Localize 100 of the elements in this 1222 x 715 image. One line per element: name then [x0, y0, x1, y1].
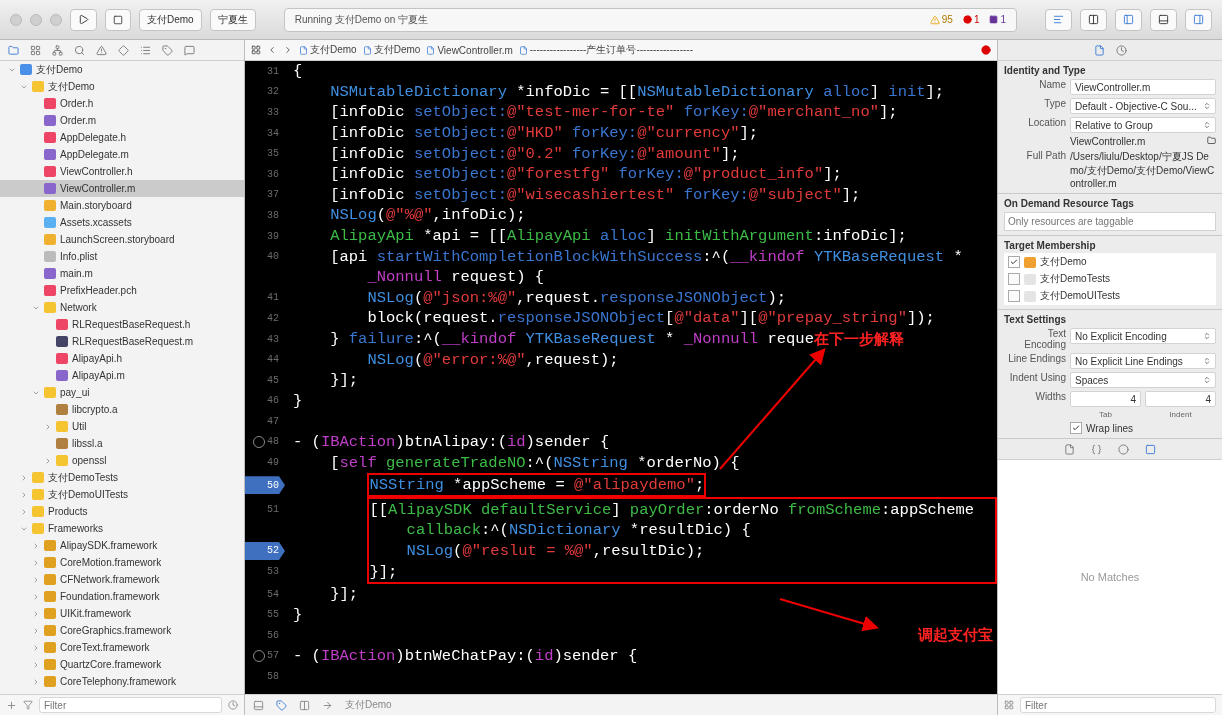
circle-icon[interactable] — [1118, 443, 1129, 455]
list-icon[interactable] — [140, 44, 151, 56]
message-icon[interactable] — [184, 44, 195, 56]
file-tree-item[interactable]: Util — [0, 418, 244, 435]
bottom-panel-icon[interactable] — [253, 699, 264, 711]
encoding-dropdown[interactable]: No Explicit Encoding — [1070, 328, 1216, 344]
file-tree-item[interactable]: Info.plist — [0, 248, 244, 265]
file-tree-item[interactable]: Foundation.framework — [0, 588, 244, 605]
type-dropdown[interactable]: Default - Objective-C Sou... — [1070, 98, 1216, 114]
inspector-toggle-button[interactable] — [1185, 8, 1212, 31]
run-button[interactable] — [70, 8, 97, 31]
navigator-toggle-button[interactable] — [1115, 8, 1142, 31]
file-tree-item[interactable]: AlipayApi.m — [0, 367, 244, 384]
warning-icon[interactable] — [96, 44, 107, 56]
filter-field[interactable]: Filter — [39, 697, 222, 713]
breadcrumb[interactable]: 支付Demo — [362, 43, 421, 57]
breakpoint-marker[interactable]: 52 — [245, 541, 285, 560]
hierarchy-icon[interactable] — [52, 44, 63, 56]
zoom-button[interactable] — [50, 13, 62, 26]
file-icon[interactable] — [1093, 44, 1105, 56]
clock-icon[interactable] — [1115, 44, 1127, 56]
stop-button[interactable] — [105, 8, 131, 31]
file-tree-item[interactable]: Frameworks — [0, 520, 244, 537]
file-icon[interactable] — [1064, 443, 1075, 455]
code-line: [infoDic setObject:@"forestfg" forKey:@"product_info"]; — [329, 165, 842, 184]
grid-icon[interactable] — [251, 45, 261, 55]
file-tree-item[interactable]: Order.h — [0, 95, 244, 112]
file-tree-item[interactable]: CoreMotion.framework — [0, 554, 244, 571]
assistant-editor-button[interactable] — [1080, 8, 1107, 31]
braces-icon[interactable] — [1091, 443, 1102, 455]
square-icon[interactable] — [1145, 443, 1156, 455]
file-tree-item[interactable]: Order.m — [0, 112, 244, 129]
file-tree-item[interactable]: CFNetwork.framework — [0, 571, 244, 588]
folder-icon[interactable] — [8, 44, 19, 56]
scheme-selector[interactable]: 支付Demo — [139, 8, 202, 31]
file-tree-item[interactable]: RLRequestBaseRequest.m — [0, 333, 244, 350]
file-tree-item[interactable]: libssl.a — [0, 435, 244, 452]
file-tree-item[interactable]: openssl — [0, 452, 244, 469]
indent-width-field[interactable]: 4 — [1145, 391, 1216, 407]
file-tree-item[interactable]: AlipaySDK.framework — [0, 537, 244, 554]
forward-icon[interactable] — [283, 45, 293, 55]
clock-icon[interactable] — [228, 700, 238, 710]
file-tree-item[interactable]: Assets.xcassets — [0, 214, 244, 231]
file-tree-item[interactable]: 支付DemoTests — [0, 469, 244, 486]
checkbox[interactable] — [1008, 290, 1020, 302]
breakpoint-marker[interactable]: 50 — [245, 476, 285, 495]
file-tree-item[interactable]: ViewController.m — [0, 180, 244, 197]
file-tree-item[interactable]: Network — [0, 299, 244, 316]
error-icon[interactable] — [981, 45, 991, 55]
file-tree-item[interactable]: Products — [0, 503, 244, 520]
file-tree-item[interactable]: QuartzCore.framework — [0, 656, 244, 673]
file-tree-item[interactable]: 支付Demo — [0, 61, 244, 78]
file-tree-item[interactable]: AlipayApi.h — [0, 350, 244, 367]
close-button[interactable] — [10, 13, 22, 26]
file-tree-item[interactable]: ViewController.h — [0, 163, 244, 180]
file-tree-item[interactable]: pay_ui — [0, 384, 244, 401]
file-tree-item[interactable]: CoreTelephony.framework — [0, 673, 244, 690]
standard-editor-button[interactable] — [1045, 8, 1072, 31]
grid-icon[interactable] — [1004, 700, 1014, 710]
breadcrumb[interactable]: -----------------产生订单号----------------- — [518, 43, 693, 57]
checkbox[interactable] — [1008, 273, 1020, 285]
file-tree-item[interactable]: LaunchScreen.storyboard — [0, 231, 244, 248]
file-tree-item[interactable]: UIKit.framework — [0, 605, 244, 622]
file-tree-item[interactable]: PrefixHeader.pch — [0, 282, 244, 299]
back-icon[interactable] — [267, 45, 277, 55]
tab-width-field[interactable]: 4 — [1070, 391, 1141, 407]
tag-icon[interactable] — [162, 44, 173, 56]
disclosure-right-icon[interactable] — [44, 422, 52, 431]
file-tree-item[interactable]: AppDelegate.m — [0, 146, 244, 163]
line-endings-dropdown[interactable]: No Explicit Line Endings — [1070, 353, 1216, 369]
name-field[interactable]: ViewController.m — [1070, 79, 1216, 95]
breadcrumb[interactable]: 支付Demo — [299, 43, 357, 57]
checkbox[interactable] — [1008, 256, 1020, 268]
indent-dropdown[interactable]: Spaces — [1070, 372, 1216, 388]
disclosure-right-icon[interactable] — [44, 456, 52, 465]
add-icon[interactable] — [6, 699, 17, 711]
file-tree-item[interactable]: CoreGraphics.framework — [0, 622, 244, 639]
minimize-button[interactable] — [30, 13, 42, 26]
location-dropdown[interactable]: Relative to Group — [1070, 117, 1216, 133]
target-name: 支付DemoUITests — [1040, 289, 1120, 303]
file-tree-item[interactable]: AppDelegate.h — [0, 129, 244, 146]
file-tree-item[interactable]: 支付DemoUITests — [0, 486, 244, 503]
file-tree-item[interactable]: main.m — [0, 265, 244, 282]
breadcrumb[interactable]: ViewController.m — [426, 44, 513, 56]
file-tree-item[interactable]: CoreText.framework — [0, 639, 244, 656]
device-selector[interactable]: 宁夏生 — [209, 8, 256, 31]
checkbox[interactable] — [1070, 422, 1082, 434]
diamond-icon[interactable] — [118, 44, 129, 56]
file-tree-item[interactable]: 支付Demo — [0, 78, 244, 95]
file-tree-item[interactable]: libcrypto.a — [0, 401, 244, 418]
filter-field[interactable]: Filter — [1020, 697, 1216, 713]
lines-icon — [1053, 14, 1064, 25]
folder-icon[interactable] — [1207, 136, 1216, 145]
search-icon[interactable] — [74, 44, 85, 56]
grid-icon[interactable] — [30, 44, 41, 56]
file-tree-item[interactable]: Main.storyboard — [0, 197, 244, 214]
tags-field[interactable]: Only resources are taggable — [1004, 212, 1216, 231]
file-tree-item[interactable]: RLRequestBaseRequest.h — [0, 316, 244, 333]
step-icon[interactable] — [322, 699, 333, 711]
debug-toggle-button[interactable] — [1150, 8, 1177, 31]
